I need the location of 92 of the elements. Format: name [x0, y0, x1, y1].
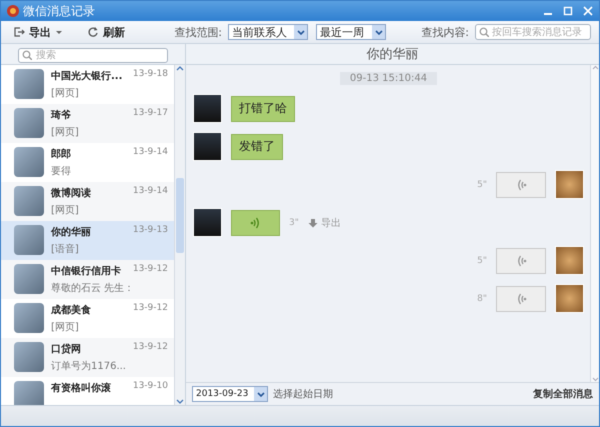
contact-item[interactable]: 口贷网 13-9-12 订单号为1176...	[1, 338, 174, 377]
contact-name: 琦爷	[51, 108, 71, 122]
contact-name: 口贷网	[51, 342, 81, 356]
avatar-placeholder	[555, 284, 584, 313]
avatar-placeholder	[193, 94, 222, 123]
voice-duration: 5"	[477, 256, 487, 266]
contact-name: 郎郎	[51, 147, 71, 161]
contact-name: 中国光大银行...	[51, 70, 122, 83]
contact-date: 13-9-12	[132, 264, 168, 276]
copy-all-link[interactable]: 复制全部消息	[533, 387, 593, 401]
contact-name: 微博阅读	[51, 186, 91, 200]
export-button[interactable]: 导出	[9, 24, 67, 40]
app-logo-icon	[7, 5, 19, 17]
avatar-placeholder	[193, 132, 222, 161]
message-preview: [网页]	[51, 204, 80, 217]
dropdown-value: 2013-09-23	[196, 389, 248, 399]
avatar-placeholder	[14, 147, 44, 177]
message-bubble: 发错了	[231, 134, 283, 160]
avatar-placeholder	[14, 225, 44, 255]
scroll-up-icon[interactable]	[176, 65, 184, 72]
contact-item[interactable]: 琦爷 13-9-17 [网页]	[1, 104, 174, 143]
search-icon	[479, 27, 489, 37]
avatar-placeholder	[14, 69, 44, 99]
dropdown-button[interactable]	[254, 387, 267, 401]
period-dropdown[interactable]: 最近一周	[316, 24, 386, 40]
sound-wave-icon	[515, 254, 527, 268]
scroll-up-icon[interactable]	[592, 65, 598, 71]
contact-name: 中信银行信用卡	[51, 264, 121, 278]
contact-item[interactable]: 你的华丽 13-9-13 [语音]	[1, 221, 174, 260]
dropdown-value: 最近一周	[320, 24, 364, 40]
avatar-placeholder	[555, 246, 584, 275]
dropdown-value: 当前联系人	[232, 24, 287, 40]
avatar-placeholder	[14, 264, 44, 294]
caret-icon	[374, 28, 384, 36]
contact-name: 成都美食	[51, 303, 91, 317]
message-time: 09-13 15:10:44	[340, 72, 438, 85]
voice-duration: 3"	[289, 218, 299, 228]
sound-wave-icon	[515, 292, 527, 306]
avatar-placeholder	[14, 381, 44, 405]
scroll-down-icon[interactable]	[592, 376, 598, 382]
contact-title: 你的华丽	[366, 46, 418, 63]
maximize-icon[interactable]	[563, 6, 573, 16]
voice-duration: 5"	[477, 180, 487, 190]
message-preview: 要得	[51, 165, 72, 178]
search-icon	[22, 50, 32, 60]
message-preview: [网页]	[51, 126, 80, 139]
voice-duration: 8"	[477, 294, 487, 304]
contact-date: 13-9-10	[132, 381, 168, 393]
message-preview: 订单号为1176...	[51, 360, 127, 373]
start-date-dropdown[interactable]: 2013-09-23	[192, 386, 268, 402]
caret-icon	[55, 29, 63, 35]
find-label: 查找内容:	[421, 24, 469, 40]
sound-wave-icon	[515, 178, 527, 192]
start-date-label: 选择起始日期	[273, 388, 334, 401]
contact-name: 你的华丽	[51, 226, 91, 239]
scroll-down-icon[interactable]	[176, 398, 184, 405]
contact-date: 13-9-14	[132, 186, 168, 198]
contact-search-field[interactable]: 搜索	[18, 48, 168, 62]
contact-date: 13-9-12	[132, 342, 168, 354]
message-preview: [语音]	[51, 242, 80, 256]
contact-date: 13-9-14	[132, 147, 168, 159]
avatar-placeholder	[14, 186, 44, 216]
dropdown-button[interactable]	[294, 25, 307, 39]
download-arrow-icon	[308, 218, 318, 228]
caret-icon	[296, 28, 306, 36]
avatar-placeholder	[555, 170, 584, 199]
contact-item[interactable]: 微博阅读 13-9-14 [网页]	[1, 182, 174, 221]
message-preview: [网页]	[51, 87, 80, 100]
message-preview: [网页]	[51, 321, 80, 334]
export-icon	[13, 26, 25, 38]
close-icon[interactable]	[583, 6, 593, 16]
contact-name: 有资格叫你滚	[51, 381, 111, 395]
refresh-button[interactable]: 刷新	[83, 24, 129, 40]
message-bubble: 打错了哈	[231, 96, 295, 122]
scope-dropdown[interactable]: 当前联系人	[228, 24, 308, 40]
avatar-placeholder	[14, 303, 44, 333]
scrollbar-thumb[interactable]	[176, 178, 184, 252]
avatar-placeholder	[14, 108, 44, 138]
dropdown-button[interactable]	[372, 25, 385, 39]
avatar-placeholder	[193, 208, 222, 237]
refresh-icon	[87, 26, 99, 38]
contact-date: 13-9-12	[132, 303, 168, 315]
sound-wave-icon	[250, 216, 262, 230]
contact-date: 13-9-17	[132, 108, 168, 120]
caret-icon	[256, 390, 266, 398]
scope-label: 查找范围:	[174, 24, 222, 40]
contact-item[interactable]: 中信银行信用卡 13-9-12 尊敬的石云 先生：	[1, 260, 174, 299]
message-preview: 尊敬的石云 先生：	[51, 282, 136, 295]
contact-date: 13-9-18	[132, 69, 168, 81]
avatar-placeholder	[14, 342, 44, 372]
window-title: 微信消息记录	[23, 2, 96, 20]
contact-date: 13-9-13	[132, 225, 168, 237]
